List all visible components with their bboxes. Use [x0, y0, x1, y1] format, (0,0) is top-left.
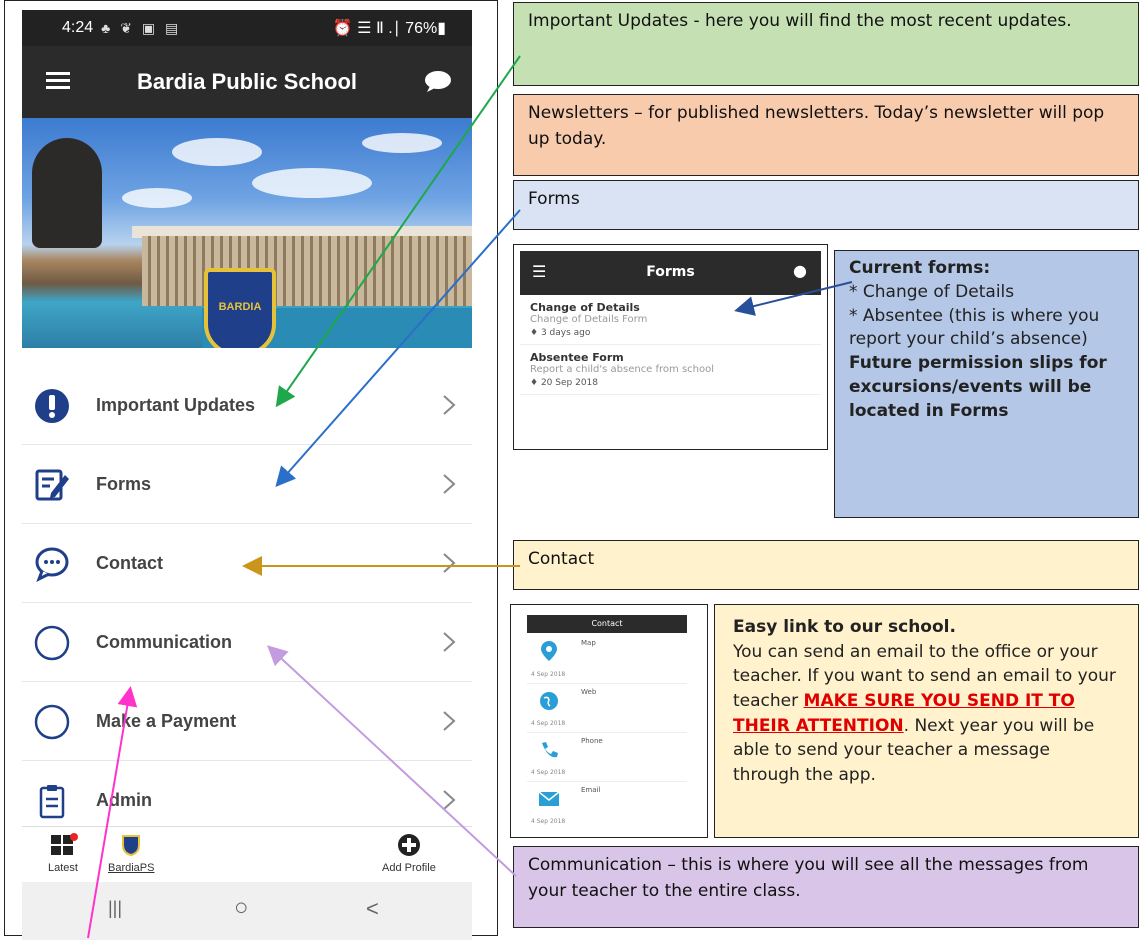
contact-item-label: Phone [581, 737, 603, 745]
circle-icon [34, 625, 70, 661]
callout-forms: Forms [513, 180, 1139, 230]
contact-info-heading: Easy link to our school. [733, 617, 956, 637]
menu-item-label: Important Updates [96, 394, 256, 415]
school-bell-icon [32, 138, 102, 248]
school-crest-logo: BARDIA [204, 268, 276, 348]
form-item-title: Change of Details [530, 301, 640, 314]
menu-item-label: Make a Payment [96, 710, 237, 731]
phone-icon [542, 742, 558, 758]
contact-item-label: Web [581, 688, 597, 696]
contact-item-date: 4 Sep 2018 [531, 818, 566, 825]
menu-item-important-updates[interactable]: Important Updates [22, 366, 472, 445]
contact-item-label: Map [581, 639, 596, 647]
plus-circle-icon [397, 834, 420, 856]
form-item-subtitle: Change of Details Form [530, 314, 648, 325]
contact-info-box: Easy link to our school. You can send an… [714, 604, 1139, 838]
contact-item-date: 4 Sep 2018 [531, 769, 566, 776]
contact-screenshot: Contact Map 4 Sep 2018 Web 4 Sep 2018 Ph… [510, 604, 708, 838]
nav-latest-label: Latest [48, 862, 78, 874]
nav-add-profile[interactable]: Add Profile [382, 833, 436, 874]
map-pin-icon [541, 641, 557, 661]
form-item-date: 3 days ago [540, 328, 591, 338]
contact-list-item: Phone 4 Sep 2018 [527, 733, 687, 782]
contact-list-item: Map 4 Sep 2018 [527, 635, 687, 684]
callout-newsletters: Newsletters – for published newsletters.… [513, 94, 1139, 176]
contact-item-date: 4 Sep 2018 [531, 720, 566, 727]
chevron-right-icon [443, 790, 456, 810]
status-time: 4:24 [62, 19, 94, 36]
app-header: Bardia Public School [22, 46, 472, 118]
forms-screenshot: ☰ Forms ● Change of Details Change of De… [513, 244, 828, 450]
forms-info-item: * Absentee (this is where you report you… [849, 305, 1100, 350]
school-hero-image: BARDIA [22, 118, 472, 348]
email-icon [539, 792, 559, 806]
menu-item-label: Admin [96, 789, 152, 810]
callout-important-updates: Important Updates - here you will find t… [513, 2, 1139, 86]
forms-mini-header: ☰ Forms ● [520, 251, 821, 295]
crest-icon: ♦ [530, 378, 539, 388]
school-building [142, 236, 472, 306]
circle-icon [34, 704, 70, 740]
forms-list-item: Absentee Form Report a child's absence f… [520, 345, 821, 395]
chevron-right-icon [443, 395, 456, 415]
bottom-navigation: Latest BardiaPS Add Profile [22, 826, 472, 883]
contact-item-label: Email [581, 786, 601, 794]
crest-icon [122, 835, 141, 857]
chat-icon[interactable] [424, 70, 452, 92]
globe-icon [540, 692, 558, 710]
forms-list-item: Change of Details Change of Details Form… [520, 295, 821, 345]
notification-icons: ♣ ❦ ▣ ▤ [101, 19, 182, 36]
forms-mini-title: Forms [646, 264, 695, 280]
main-menu-list: Important Updates Forms Contact Communic… [22, 366, 472, 839]
android-system-nav: ||| ○ < [22, 882, 472, 940]
app-title: Bardia Public School [136, 69, 358, 94]
home-button[interactable]: ○ [234, 894, 249, 922]
forms-info-heading: Current forms: [849, 258, 991, 278]
chevron-right-icon [443, 711, 456, 731]
crest-icon: ♦ [530, 328, 539, 338]
chat-bubble-icon [35, 547, 69, 582]
menu-item-communication[interactable]: Communication [22, 603, 472, 682]
forms-info-item: * Change of Details [849, 281, 1015, 302]
callout-contact: Contact [513, 540, 1139, 590]
menu-item-label: Forms [96, 473, 152, 494]
chevron-right-icon [443, 474, 456, 494]
recents-button[interactable]: ||| [108, 898, 122, 919]
nav-add-profile-label: Add Profile [382, 862, 436, 874]
contact-item-date: 4 Sep 2018 [531, 671, 566, 678]
contact-mini-title: Contact [591, 619, 623, 628]
form-item-title: Absentee Form [530, 351, 624, 364]
chevron-right-icon [443, 632, 456, 652]
exclamation-icon [35, 389, 69, 423]
pencil-form-icon [35, 469, 69, 501]
menu-item-label: Communication [96, 631, 233, 652]
back-button[interactable]: < [366, 896, 379, 922]
contact-list-item: Email 4 Sep 2018 [527, 782, 687, 830]
crest-text: BARDIA [218, 301, 262, 313]
contact-mini-header: Contact [527, 615, 687, 633]
nav-profile[interactable]: BardiaPS [108, 833, 154, 874]
forms-info-footer: Future permission slips for excursions/e… [849, 353, 1107, 421]
contact-info-text: You can send an email to the office or y… [733, 640, 1120, 788]
menu-item-forms[interactable]: Forms [22, 445, 472, 524]
menu-item-make-a-payment[interactable]: Make a Payment [22, 682, 472, 761]
mini-chat-icon: ● [793, 261, 807, 280]
battery-indicator: ⏰ ☰ Ⅱ .∣ 76%▮ [332, 20, 446, 37]
menu-item-contact[interactable]: Contact [22, 524, 472, 603]
contact-mini-list: Map 4 Sep 2018 Web 4 Sep 2018 Phone 4 Se… [527, 635, 687, 830]
menu-item-label: Contact [96, 552, 163, 573]
grid-icon [51, 833, 78, 855]
nav-latest[interactable]: Latest [48, 833, 78, 874]
clipboard-icon [39, 785, 65, 819]
callout-communication: Communication – this is where you will s… [513, 846, 1139, 928]
chevron-right-icon [443, 553, 456, 573]
status-bar: 4:24 ♣ ❦ ▣ ▤ ⏰ ☰ Ⅱ .∣ 76%▮ [22, 10, 472, 46]
form-item-subtitle: Report a child's absence from school [530, 364, 715, 375]
forms-info-box: Current forms: * Change of Details * Abs… [834, 250, 1139, 518]
form-item-date: 20 Sep 2018 [540, 378, 598, 388]
contact-list-item: Web 4 Sep 2018 [527, 684, 687, 733]
nav-profile-label: BardiaPS [108, 862, 155, 874]
